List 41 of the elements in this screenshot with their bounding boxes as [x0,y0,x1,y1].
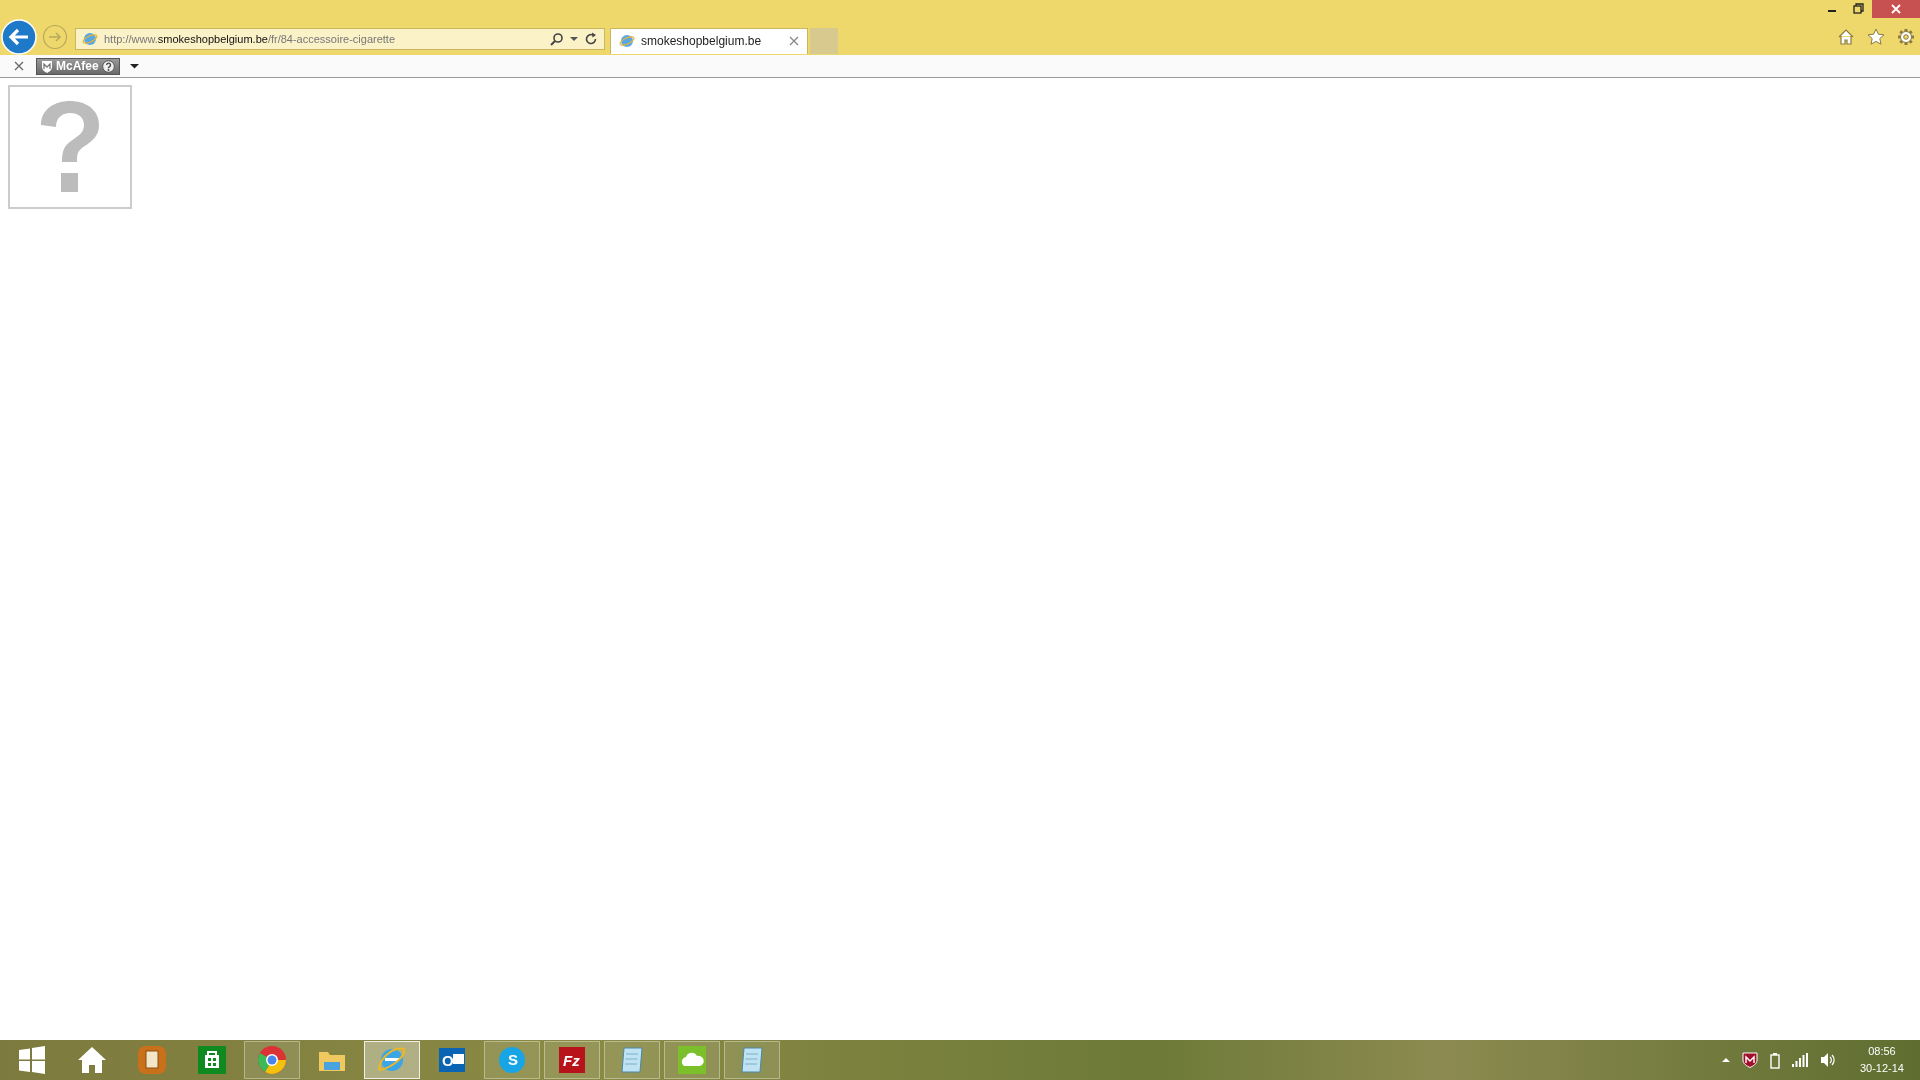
taskbar-button[interactable]: Fz [544,1041,600,1079]
taskbar-button[interactable] [364,1041,420,1079]
taskbar-button[interactable] [664,1041,720,1079]
taskbar-button[interactable] [604,1041,660,1079]
help-icon [101,59,115,73]
close-tab-icon[interactable] [789,36,799,46]
windows-logo-icon [16,1044,48,1076]
page-globe-icon [82,30,98,47]
cloud-icon [676,1044,708,1076]
clock-time: 08:56 [1868,1044,1896,1059]
house-icon [76,1044,108,1076]
taskbar-button[interactable] [724,1041,780,1079]
url-text: http://www.smokeshopbelgium.be/fr/84-accessoire-cigarette [104,32,397,45]
document-stack-icon [136,1044,168,1076]
address-bar[interactable]: http://www.smokeshopbelgium.be/fr/84-accessoire-cigarette [75,27,605,50]
mcafee-button[interactable]: McAfee [36,57,120,75]
shield-icon[interactable] [1741,1052,1758,1068]
taskbar-button[interactable]: O [424,1041,480,1079]
browser-tab[interactable]: smokeshopbelgium.be [610,27,808,54]
signal-bars-icon[interactable] [1791,1053,1808,1067]
shopping-bag-icon [196,1044,228,1076]
square-logo-icon [556,1044,588,1076]
battery-icon[interactable] [1769,1051,1780,1069]
page-globe-icon [619,33,635,49]
search-icon[interactable] [550,31,564,46]
round-logo-icon [256,1044,288,1076]
speaker-icon[interactable] [1819,1052,1836,1068]
dropdown-caret-icon[interactable] [129,63,139,69]
shield-icon [41,59,53,73]
dropdown-caret-icon[interactable] [570,35,578,42]
close-button[interactable] [1872,0,1920,18]
taskbar-button[interactable] [244,1041,300,1079]
home-icon[interactable] [1837,27,1855,46]
refresh-icon[interactable] [584,31,598,46]
clock[interactable]: 08:56 30-12-14 [1859,1043,1904,1077]
clock-date: 30-12-14 [1859,1061,1904,1076]
favorites-star-icon[interactable] [1867,27,1885,46]
show-hidden-icons-caret-icon[interactable] [1721,1057,1730,1063]
close-toolbar-icon[interactable] [14,61,24,71]
settings-icon[interactable] [1897,27,1915,46]
back-button[interactable] [1,18,37,55]
